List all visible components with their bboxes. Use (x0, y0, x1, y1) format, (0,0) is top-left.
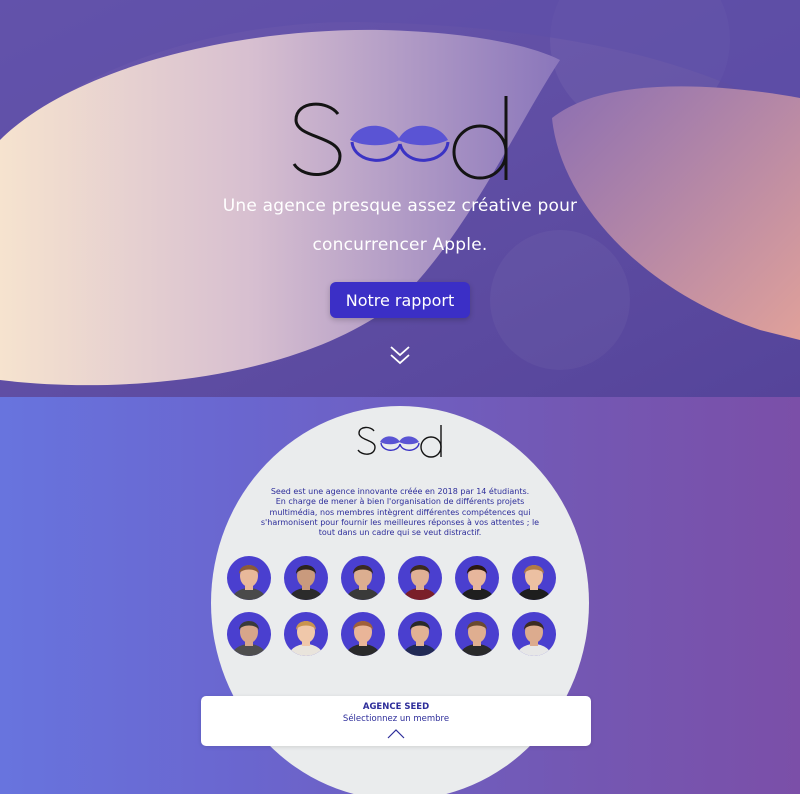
member-avatar[interactable] (512, 612, 556, 656)
tagline-line-2: concurrencer Apple. (312, 235, 488, 255)
member-avatar[interactable] (512, 556, 556, 600)
member-avatar[interactable] (398, 612, 442, 656)
member-info-panel: AGENCE SEED Sélectionnez un membre (201, 696, 591, 746)
about-section: Seed est une agence innovante créée en 2… (0, 397, 800, 794)
description-line: tout dans un cadre qui se veut distracti… (318, 528, 482, 538)
chevron-up-icon[interactable] (387, 729, 405, 739)
member-avatar[interactable] (284, 556, 328, 600)
seed-logo (292, 96, 508, 180)
member-avatar[interactable] (398, 556, 442, 600)
member-avatar[interactable] (455, 612, 499, 656)
hero-tagline: Une agence presque assez créative pour c… (0, 188, 800, 264)
hero-content: Une agence presque assez créative pour c… (0, 0, 800, 397)
panel-subtitle: Sélectionnez un membre (342, 714, 450, 724)
agency-description: Seed est une agence innovante créée en 2… (255, 487, 545, 538)
seed-logo-small (357, 425, 442, 458)
description-line: multimédia, nos membres intègrent différ… (269, 507, 531, 517)
scroll-down-chevron-icon[interactable] (388, 343, 412, 367)
member-avatar[interactable] (341, 556, 385, 600)
member-avatar[interactable] (227, 612, 271, 656)
description-line: Seed est une agence innovante créée en 2… (270, 487, 530, 496)
member-avatar[interactable] (341, 612, 385, 656)
member-avatar[interactable] (455, 556, 499, 600)
member-avatar[interactable] (227, 556, 271, 600)
notre-rapport-button[interactable]: Notre rapport (330, 282, 470, 318)
hero-section: Une agence presque assez créative pour c… (0, 0, 800, 397)
tagline-line-1: Une agence presque assez créative pour (222, 196, 578, 216)
description-line: s'harmonisent pour fournir les meilleure… (260, 517, 540, 527)
member-avatar[interactable] (284, 612, 328, 656)
description-line: En charge de mener à bien l'organisation… (275, 497, 525, 507)
panel-title: AGENCE SEED (362, 702, 430, 712)
